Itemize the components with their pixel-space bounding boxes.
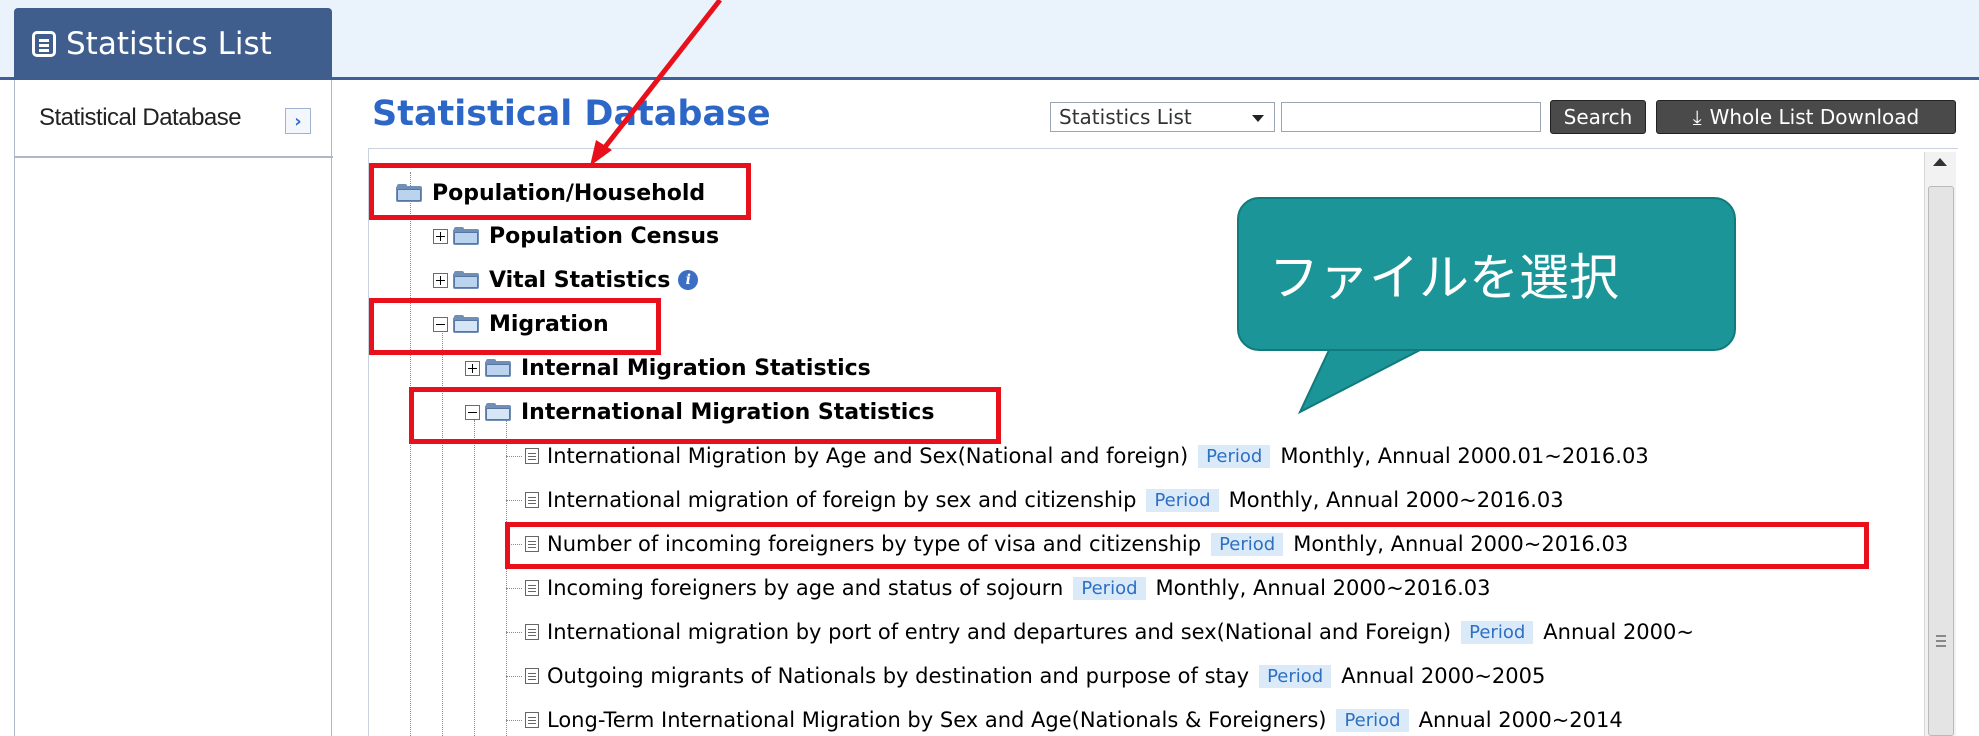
scroll-grip-icon xyxy=(1936,635,1946,647)
folder-icon xyxy=(453,271,479,289)
tree-connector xyxy=(506,720,522,721)
list-item[interactable]: Incoming foreigners by age and status of… xyxy=(525,568,1491,608)
table-doc-icon xyxy=(525,712,539,728)
period-badge: Period xyxy=(1073,576,1146,600)
expand-plus-icon[interactable] xyxy=(465,360,480,376)
list-icon xyxy=(32,31,56,57)
leaf-title[interactable]: International migration of foreign by se… xyxy=(547,488,1136,512)
table-doc-icon xyxy=(525,492,539,508)
info-icon[interactable]: i xyxy=(678,270,699,290)
folder-icon xyxy=(453,227,479,245)
scroll-up-arrow-icon[interactable] xyxy=(1933,158,1947,166)
highlight-box-migration xyxy=(369,298,661,355)
list-item[interactable]: Long-Term International Migration by Sex… xyxy=(525,700,1623,736)
period-range: Annual 2000~2014 xyxy=(1418,708,1623,732)
period-badge: Period xyxy=(1146,488,1219,512)
highlight-box-population-household xyxy=(369,163,751,220)
highlight-box-international-migration xyxy=(409,387,1001,444)
leaf-title[interactable]: International migration by port of entry… xyxy=(547,620,1451,644)
tree-connector xyxy=(474,420,475,736)
top-bar: Statistics List xyxy=(0,0,1979,80)
period-range: Monthly, Annual 2000.01~2016.03 xyxy=(1280,444,1649,468)
tree-connector xyxy=(410,172,411,736)
callout-bubble: ファイルを選択 xyxy=(1237,197,1736,351)
table-doc-icon xyxy=(525,580,539,596)
search-button[interactable]: Search xyxy=(1550,100,1646,134)
callout-text: ファイルを選択 xyxy=(1269,249,1619,307)
folder-icon xyxy=(485,359,511,377)
sidebar-item-label: Statistical Database xyxy=(39,104,242,131)
tree-node-label: Internal Migration Statistics xyxy=(521,355,871,381)
download-button-label: Whole List Download xyxy=(1709,105,1920,129)
period-range: Monthly, Annual 2000~2016.03 xyxy=(1155,576,1491,600)
period-badge: Period xyxy=(1336,708,1409,732)
period-range: Annual 2000~2005 xyxy=(1341,664,1546,688)
tree-connector xyxy=(506,500,522,501)
tab-label: Statistics List xyxy=(66,26,272,62)
statistics-list-tab[interactable]: Statistics List xyxy=(14,8,332,80)
page-title: Statistical Database xyxy=(372,94,771,134)
tree-node-vital-statistics[interactable]: Vital Statistics i xyxy=(433,260,699,300)
leaf-title[interactable]: Incoming foreigners by age and status of… xyxy=(547,576,1063,600)
period-badge: Period xyxy=(1461,620,1534,644)
period-badge: Period xyxy=(1198,444,1271,468)
tree-node-population-census[interactable]: Population Census xyxy=(433,216,719,256)
leaf-title[interactable]: Outgoing migrants of Nationals by destin… xyxy=(547,664,1249,688)
search-input[interactable] xyxy=(1281,102,1541,132)
list-select-value: Statistics List xyxy=(1059,105,1192,129)
expand-plus-icon[interactable] xyxy=(433,272,448,288)
list-item[interactable]: International migration by port of entry… xyxy=(525,612,1694,652)
tree-connector xyxy=(506,420,507,736)
table-doc-icon xyxy=(525,448,539,464)
period-badge: Period xyxy=(1259,664,1332,688)
sidebar-item-statistical-database[interactable]: Statistical Database › xyxy=(15,80,333,158)
tree-connector xyxy=(506,632,522,633)
list-item[interactable]: Outgoing migrants of Nationals by destin… xyxy=(525,656,1545,696)
scroll-thumb[interactable] xyxy=(1928,186,1954,736)
table-doc-icon xyxy=(525,668,539,684)
tree-connector xyxy=(506,456,522,457)
list-type-select[interactable]: Statistics List xyxy=(1050,102,1275,132)
download-icon: ⤓ xyxy=(1692,105,1702,129)
highlight-box-selected-file xyxy=(505,522,1869,569)
list-item[interactable]: International migration of foreign by se… xyxy=(525,480,1564,520)
whole-list-download-button[interactable]: ⤓ Whole List Download xyxy=(1656,100,1956,134)
leaf-title[interactable]: International Migration by Age and Sex(N… xyxy=(547,444,1188,468)
expand-plus-icon[interactable] xyxy=(433,228,448,244)
tree-node-label: Vital Statistics xyxy=(489,267,671,293)
caret-down-icon xyxy=(1252,115,1264,122)
period-range: Monthly, Annual 2000~2016.03 xyxy=(1228,488,1564,512)
tree-connector xyxy=(506,676,522,677)
tree-node-label: Population Census xyxy=(489,223,720,249)
chevron-right-icon[interactable]: › xyxy=(285,108,311,134)
vertical-scrollbar[interactable] xyxy=(1924,152,1956,736)
left-sidebar: Statistical Database › xyxy=(14,80,333,736)
tree-connector xyxy=(506,588,522,589)
search-button-label: Search xyxy=(1563,105,1633,129)
period-range: Annual 2000~ xyxy=(1543,620,1694,644)
leaf-title[interactable]: Long-Term International Migration by Sex… xyxy=(547,708,1326,732)
table-doc-icon xyxy=(525,624,539,640)
